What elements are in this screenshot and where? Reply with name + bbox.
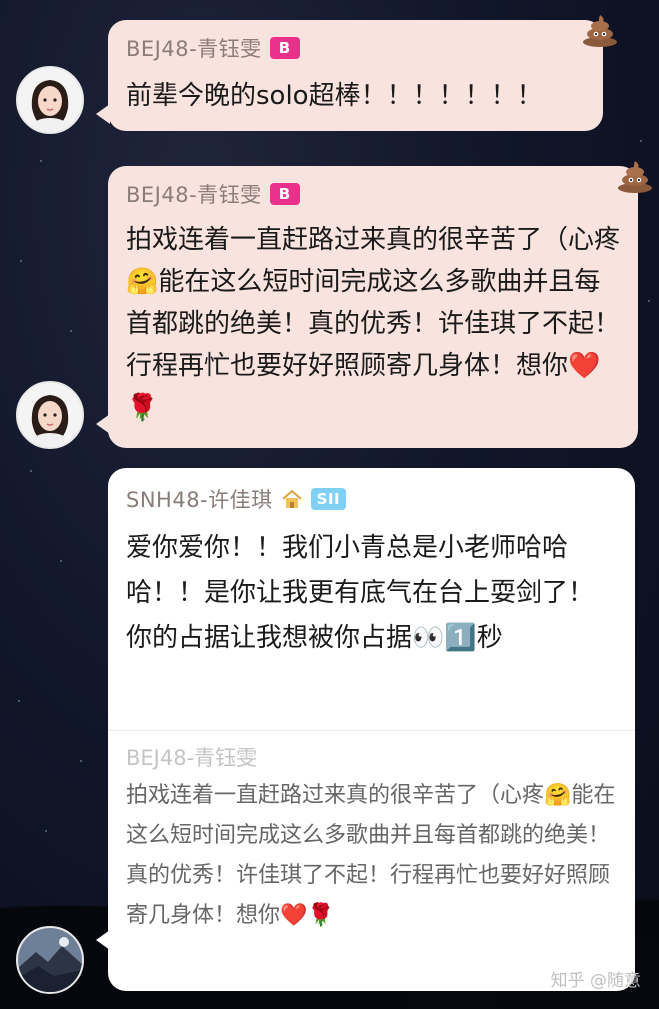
avatar-female-icon[interactable] [16, 381, 84, 449]
message-text: 爱你爱你！！我们小青总是小老师哈哈哈！！是你让我更有底气在台上耍剑了！你的占据让… [126, 533, 595, 653]
avatar-female-icon[interactable] [16, 66, 84, 134]
team-badge: B [269, 37, 300, 59]
sender-row: BEJ48-青钰雯 B [126, 33, 585, 63]
message-bubble[interactable]: SNH48-许佳琪 SII 爱你爱你！！我们小青总是小老师哈哈哈！！是你让我更有… [96, 468, 635, 991]
message-bubble[interactable]: BEJ48-青钰雯 B 拍戏连着一直赶路过来真的很辛苦了（心疼🤗能在这么短时间完… [96, 166, 638, 448]
quoted-message[interactable]: BEJ48-青钰雯 拍戏连着一直赶路过来真的很辛苦了（心疼🤗能在这么短时间完成这… [126, 742, 617, 936]
watermark: 知乎 @随意 [550, 971, 641, 991]
sender-row: BEJ48-青钰雯 B [126, 179, 620, 209]
message-text: 拍戏连着一直赶路过来真的很辛苦了（心疼🤗能在这么短时间完成这么多歌曲并且每首都跳… [126, 225, 621, 423]
message-text: 前辈今晚的solo超棒！！！！！！！ [126, 81, 543, 111]
quote-text: 拍戏连着一直赶路过来真的很辛苦了（心疼🤗能在这么短时间完成这么多歌曲并且每首都跳… [126, 783, 616, 928]
message-bubble[interactable]: BEJ48-青钰雯 B 前辈今晚的solo超棒！！！！！！！ [96, 20, 603, 131]
home-icon [281, 489, 303, 509]
team-badge: B [269, 183, 300, 205]
quote-sender: BEJ48-青钰雯 [126, 746, 258, 770]
avatar-landscape-icon[interactable] [16, 926, 84, 994]
poop-icon[interactable] [615, 158, 655, 194]
poop-icon[interactable] [580, 12, 620, 48]
sender-row: SNH48-许佳琪 SII [126, 484, 617, 514]
team-badge: SII [310, 488, 347, 510]
quote-divider [108, 730, 635, 731]
sender-name[interactable]: SNH48-许佳琪 [126, 484, 273, 514]
sender-name[interactable]: BEJ48-青钰雯 [126, 33, 262, 63]
sender-name[interactable]: BEJ48-青钰雯 [126, 179, 262, 209]
